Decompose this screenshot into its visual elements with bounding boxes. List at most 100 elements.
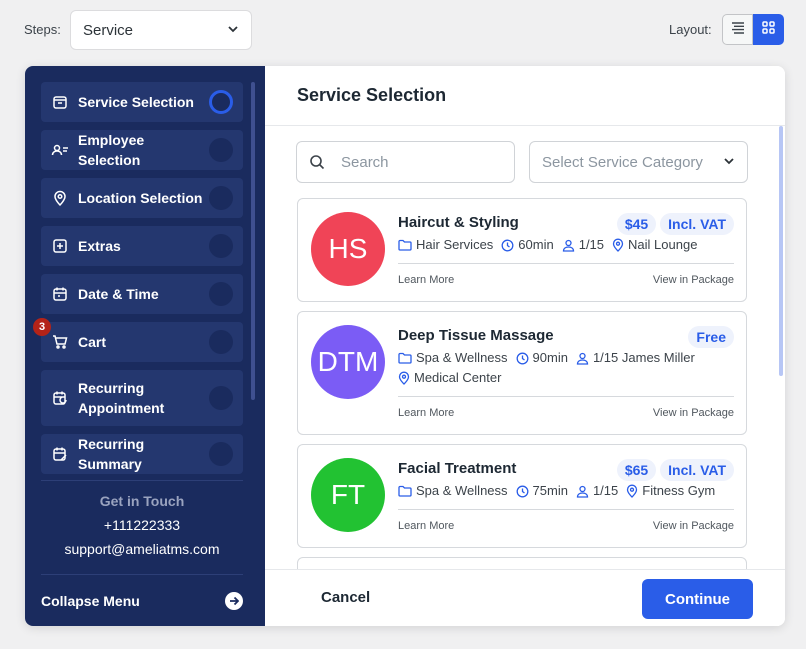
sidebar-item-label: Recurring Appointment: [78, 380, 165, 416]
meta-category: Spa & Wellness: [398, 481, 508, 501]
price-badges: $45 Incl. VAT: [616, 213, 734, 235]
sidebar-item-label: Recurring Summary: [78, 436, 145, 472]
service-info: Deep Tissue Massage Free Spa & Wellness …: [398, 326, 734, 388]
service-icon: [51, 93, 69, 111]
step-status-indicator: [209, 138, 233, 162]
step-status-indicator: [209, 90, 233, 114]
location-icon: [51, 189, 69, 207]
step-status-indicator: [209, 234, 233, 258]
user-icon: [576, 485, 589, 498]
service-card[interactable]: HS Haircut & Styling $45 Incl. VAT Hair …: [297, 198, 747, 302]
footer-bar: Cancel Continue: [265, 569, 785, 626]
meta-capacity: 1/15 James Miller: [576, 348, 695, 368]
capacity-text: 1/15: [592, 483, 619, 498]
meta-duration: 60min: [501, 235, 554, 255]
service-card[interactable]: DTM Deep Tissue Massage Free Spa & Welln…: [297, 311, 747, 435]
service-meta: Hair Services 60min 1/15 Nail Lounge: [398, 235, 734, 255]
sidebar-item-location-selection[interactable]: Location Selection: [41, 178, 243, 218]
meta-location: Fitness Gym: [626, 481, 715, 501]
sidebar-item-extras[interactable]: Extras: [41, 226, 243, 266]
category-text: Spa & Wellness: [416, 350, 508, 365]
service-list: HS Haircut & Styling $45 Incl. VAT Hair …: [297, 198, 747, 606]
clock-icon: [501, 239, 514, 251]
duration-text: 90min: [532, 350, 568, 365]
booking-widget: Service Selection Employee Selection Loc…: [25, 66, 785, 626]
plus-square-icon: [51, 237, 69, 255]
continue-button[interactable]: Continue: [642, 579, 753, 619]
grid-layout-button[interactable]: [753, 14, 784, 45]
sidebar-item-date-time[interactable]: Date & Time: [41, 274, 243, 314]
service-meta: Spa & Wellness 75min 1/15 Fitness Gym: [398, 481, 734, 501]
service-info: Facial Treatment $65 Incl. VAT Spa & Wel…: [398, 459, 734, 501]
sidebar-item-cart[interactable]: 3 Cart: [33, 318, 243, 362]
sidebar-item-employee-selection[interactable]: Employee Selection: [41, 130, 243, 170]
sidebar-item-label: Extras: [78, 238, 121, 254]
page-title: Service Selection: [265, 66, 785, 126]
contact-email: support@ameliatms.com: [64, 541, 220, 557]
view-package-link[interactable]: View in Package: [653, 274, 734, 286]
service-avatar: HS: [311, 212, 385, 286]
search-placeholder: Search: [341, 153, 389, 171]
meta-capacity: 1/15: [576, 481, 618, 501]
duration-text: 75min: [532, 483, 568, 498]
filters-row: Search Select Service Category: [296, 141, 748, 183]
sidebar-item-service-selection[interactable]: Service Selection: [41, 82, 243, 122]
view-package-link[interactable]: View in Package: [653, 407, 734, 419]
employee-icon: [51, 141, 69, 159]
steps-select[interactable]: Service: [70, 10, 252, 50]
location-icon: [627, 484, 638, 498]
steps-list: Service Selection Employee Selection Loc…: [33, 82, 243, 482]
learn-more-link[interactable]: Learn More: [398, 520, 454, 532]
search-icon: [309, 154, 325, 170]
capacity-text: 1/15: [592, 350, 619, 365]
service-card[interactable]: FT Facial Treatment $65 Incl. VAT Spa & …: [297, 444, 747, 548]
calendar-edit-icon: [51, 445, 69, 463]
service-avatar: FT: [311, 458, 385, 532]
contact-phone: +111222333: [103, 517, 181, 533]
main-scrollbar[interactable]: [779, 126, 783, 376]
price-badge: Free: [688, 326, 734, 348]
category-select[interactable]: Select Service Category: [529, 141, 748, 183]
calendar-icon: [51, 285, 69, 303]
main-panel: Service Selection Search Select Service …: [265, 66, 785, 626]
list-layout-button[interactable]: [722, 14, 753, 45]
cancel-button[interactable]: Cancel: [321, 589, 370, 606]
service-name: Deep Tissue Massage: [398, 327, 554, 344]
service-info: Haircut & Styling $45 Incl. VAT Hair Ser…: [398, 213, 734, 255]
collapse-menu-button[interactable]: Collapse Menu: [41, 574, 243, 626]
contact-info: Get in Touch +111222333 support@ameliatm…: [41, 480, 243, 565]
service-footer: Learn More View in Package: [398, 263, 734, 286]
learn-more-link[interactable]: Learn More: [398, 407, 454, 419]
employee-text: James Miller: [621, 350, 695, 365]
category-text: Hair Services: [416, 237, 494, 252]
chevron-down-icon: [227, 22, 239, 39]
category-text: Spa & Wellness: [416, 483, 508, 498]
location-icon: [398, 371, 410, 385]
step-status-indicator: [209, 282, 233, 306]
sidebar-item-label: Service Selection: [78, 94, 194, 110]
meta-location: Medical Center: [398, 368, 501, 388]
service-avatar: DTM: [311, 325, 385, 399]
sidebar-item-recurring-summary[interactable]: Recurring Summary: [41, 434, 243, 474]
capacity-text: 1/15: [578, 237, 605, 252]
meta-category: Spa & Wellness: [398, 348, 508, 368]
sidebar-item-recurring-appointment[interactable]: Recurring Appointment: [41, 370, 243, 426]
category-placeholder: Select Service Category: [542, 153, 703, 171]
meta-duration: 75min: [516, 481, 568, 501]
sidebar-scrollbar[interactable]: [251, 82, 255, 400]
sidebar-item-label: Location Selection: [78, 190, 203, 206]
collapse-menu-label: Collapse Menu: [41, 592, 140, 609]
vat-badge: Incl. VAT: [660, 459, 734, 481]
meta-capacity: 1/15: [562, 235, 604, 255]
steps-select-value: Service: [83, 21, 134, 39]
sidebar-item-label: Cart: [78, 334, 107, 350]
duration-text: 60min: [518, 237, 554, 252]
search-input[interactable]: Search: [296, 141, 515, 183]
learn-more-link[interactable]: Learn More: [398, 274, 454, 286]
folder-icon: [398, 352, 412, 364]
location-text: Fitness Gym: [642, 483, 716, 498]
view-package-link[interactable]: View in Package: [653, 520, 734, 532]
layout-toggle: [722, 14, 784, 45]
step-status-indicator: [209, 442, 233, 466]
folder-icon: [398, 485, 412, 497]
